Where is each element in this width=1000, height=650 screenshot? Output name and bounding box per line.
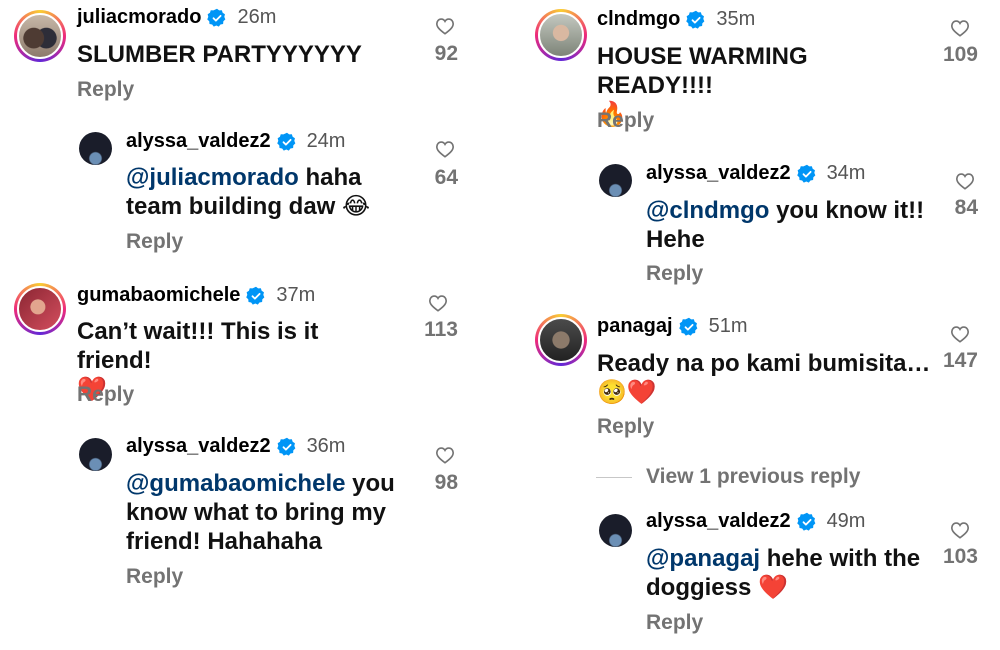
- comment-text: Ready na po kami bumisita… 🥺❤️: [597, 349, 937, 407]
- username[interactable]: juliacmorado: [77, 6, 201, 29]
- reply-button[interactable]: Reply: [126, 230, 183, 254]
- heart-outline-icon[interactable]: [950, 521, 970, 539]
- divider: [596, 476, 632, 478]
- view-previous-label[interactable]: View 1 previous reply: [646, 465, 860, 489]
- right-comments-column: clndmgo 35m HOUSE WARMING READY!!!! 🔥 Rep…: [520, 0, 1000, 650]
- avatar[interactable]: [535, 9, 587, 61]
- timestamp[interactable]: 37m: [276, 284, 315, 307]
- mention-link[interactable]: @juliacmorado: [126, 164, 299, 191]
- comment-body: Can’t wait!!! This is it friend!: [77, 318, 319, 374]
- like-count: 113: [424, 318, 458, 341]
- mention-link[interactable]: @clndmgo: [646, 197, 769, 224]
- like-count: 84: [954, 196, 978, 219]
- verified-badge-icon: [797, 164, 817, 184]
- verified-badge-icon: [679, 317, 699, 337]
- reply-alyssa-1: alyssa_valdez2 24m @juliacmorado haha te…: [0, 120, 500, 260]
- reply-button[interactable]: Reply: [77, 383, 134, 407]
- verified-badge-icon: [207, 8, 227, 28]
- timestamp[interactable]: 24m: [307, 130, 346, 153]
- reply-button[interactable]: Reply: [646, 611, 703, 635]
- heart-outline-icon[interactable]: [428, 294, 448, 312]
- avatar[interactable]: [535, 314, 587, 366]
- username[interactable]: alyssa_valdez2: [646, 162, 791, 185]
- heart-outline-icon[interactable]: [435, 17, 455, 35]
- reply-button[interactable]: Reply: [597, 109, 654, 133]
- mention-link[interactable]: @panagaj: [646, 545, 760, 572]
- comment-juliacmorado: juliacmorado 26m SLUMBER PARTYYYYYY Repl…: [0, 0, 500, 110]
- username[interactable]: alyssa_valdez2: [126, 435, 271, 458]
- verified-badge-icon: [246, 286, 266, 306]
- comment-text: SLUMBER PARTYYYYYY: [77, 41, 362, 68]
- username[interactable]: alyssa_valdez2: [126, 130, 271, 153]
- comment-text: @juliacmorado haha team building daw 😂: [126, 163, 421, 221]
- comment-panagaj: panagaj 51m Ready na po kami bumisita… 🥺❤…: [520, 305, 1000, 445]
- like-count: 103: [942, 545, 978, 568]
- like-count: 109: [942, 43, 978, 66]
- avatar[interactable]: [599, 164, 632, 197]
- reply-alyssa-3: alyssa_valdez2 34m @clndmgo you know it!…: [520, 150, 1000, 295]
- comment-body: HOUSE WARMING READY!!!!: [597, 43, 808, 99]
- comment-header: alyssa_valdez2 24m: [126, 130, 345, 153]
- reply-button[interactable]: Reply: [126, 565, 183, 589]
- username[interactable]: panagaj: [597, 315, 673, 338]
- username[interactable]: gumabaomichele: [77, 284, 240, 307]
- emoji: 😂: [342, 192, 371, 220]
- mention-link[interactable]: @gumabaomichele: [126, 470, 345, 497]
- username[interactable]: clndmgo: [597, 8, 680, 31]
- verified-badge-icon: [686, 10, 706, 30]
- heart-outline-icon[interactable]: [950, 19, 970, 37]
- comment-text: @clndmgo you know it!! Hehe: [646, 196, 926, 254]
- comment-header: alyssa_valdez2 49m: [646, 510, 865, 533]
- avatar[interactable]: [14, 10, 66, 62]
- reply-button[interactable]: Reply: [597, 415, 654, 439]
- verified-badge-icon: [277, 132, 297, 152]
- timestamp[interactable]: 51m: [709, 315, 748, 338]
- comment-header: alyssa_valdez2 34m: [646, 162, 865, 185]
- heart-emoji: ❤️: [758, 573, 788, 601]
- comment-body: Ready na po kami bumisita…: [597, 350, 931, 377]
- heart-outline-icon[interactable]: [435, 140, 455, 158]
- comment-header: alyssa_valdez2 36m: [126, 435, 345, 458]
- like-count: 147: [942, 349, 978, 372]
- heart-outline-icon[interactable]: [950, 325, 970, 343]
- timestamp[interactable]: 35m: [716, 8, 755, 31]
- view-previous-replies[interactable]: View 1 previous reply: [596, 465, 860, 489]
- comment-clndmgo: clndmgo 35m HOUSE WARMING READY!!!! 🔥 Rep…: [520, 0, 1000, 140]
- pleading-heart-emoji: 🥺❤️: [597, 378, 657, 406]
- comment-header: clndmgo 35m: [597, 8, 755, 31]
- heart-outline-icon[interactable]: [435, 446, 455, 464]
- reply-button[interactable]: Reply: [77, 78, 134, 102]
- avatar[interactable]: [14, 283, 66, 335]
- avatar[interactable]: [599, 514, 632, 547]
- reply-alyssa-2: alyssa_valdez2 36m @gumabaomichele you k…: [0, 425, 500, 595]
- left-comments-column: juliacmorado 26m SLUMBER PARTYYYYYY Repl…: [0, 0, 500, 650]
- like-count: 92: [434, 42, 458, 65]
- reply-button[interactable]: Reply: [646, 262, 703, 286]
- timestamp[interactable]: 36m: [307, 435, 346, 458]
- username[interactable]: alyssa_valdez2: [646, 510, 791, 533]
- comment-text: @panagaj hehe with the doggiess ❤️: [646, 544, 941, 602]
- avatar[interactable]: [79, 438, 112, 471]
- heart-outline-icon[interactable]: [955, 172, 975, 190]
- comment-header: juliacmorado 26m: [77, 6, 276, 29]
- like-count: 64: [434, 166, 458, 189]
- reply-alyssa-4: alyssa_valdez2 49m @panagaj hehe with th…: [520, 500, 1000, 650]
- comment-header: gumabaomichele 37m: [77, 284, 315, 307]
- avatar[interactable]: [79, 132, 112, 165]
- timestamp[interactable]: 26m: [237, 6, 276, 29]
- comment-gumabaomichele: gumabaomichele 37m Can’t wait!!! This is…: [0, 275, 500, 415]
- comment-header: panagaj 51m: [597, 315, 747, 338]
- comment-text: @gumabaomichele you know what to bring m…: [126, 469, 416, 556]
- timestamp[interactable]: 34m: [827, 162, 866, 185]
- timestamp[interactable]: 49m: [827, 510, 866, 533]
- verified-badge-icon: [797, 512, 817, 532]
- verified-badge-icon: [277, 437, 297, 457]
- like-count: 98: [434, 471, 458, 494]
